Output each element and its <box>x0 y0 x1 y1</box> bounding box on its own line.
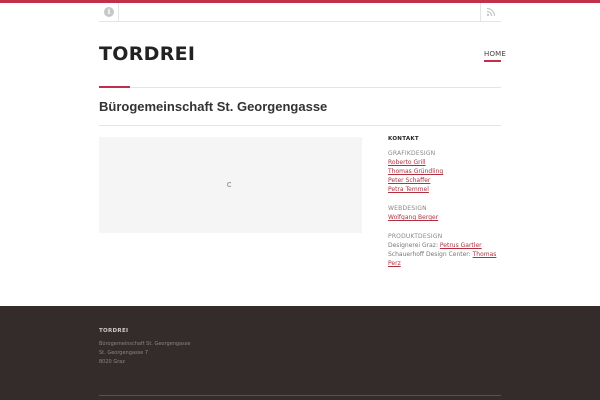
header-accent-bar <box>99 86 130 88</box>
map-embed[interactable] <box>99 137 362 233</box>
contact-line: Perz <box>388 259 501 268</box>
group-title: GRAFIKDESIGN <box>388 150 436 157</box>
group-title: PRODUKTDESIGN <box>388 233 443 240</box>
contact-link[interactable]: Thomas <box>473 251 497 258</box>
contact-link[interactable]: Roberto Grill <box>388 158 501 167</box>
page-title: Bürogemeinschaft St. Georgengasse <box>99 99 328 114</box>
contact-group-grafikdesign: GRAFIKDESIGN Roberto Grill Thomas Gründl… <box>388 149 501 194</box>
contact-link[interactable]: Thomas Gründling <box>388 167 501 176</box>
site-title[interactable]: TORDREI <box>99 43 195 65</box>
top-bar-divider <box>480 3 481 21</box>
footer-address-line: Bürogemeinschaft St. Georgengasse <box>99 341 191 347</box>
info-icon[interactable]: i <box>104 7 114 17</box>
nav-active-indicator <box>484 60 501 62</box>
top-bar: i <box>99 3 501 22</box>
contact-link[interactable]: Wolfgang Berger <box>388 213 501 222</box>
contact-label: Designerei Graz: <box>388 242 440 249</box>
top-bar-divider <box>118 3 119 21</box>
footer-address-line: St. Georgengasse 7 <box>99 350 149 356</box>
contact-link[interactable]: Peter Schaffer <box>388 176 501 185</box>
footer-address-line: 8020 Graz <box>99 359 125 365</box>
contact-link[interactable]: Perz <box>388 260 401 267</box>
contact-group-produktdesign: PRODUKTDESIGN Designerei Graz: Petrus Ga… <box>388 232 501 268</box>
footer-divider <box>99 395 501 396</box>
widget-title: KONTAKT <box>388 136 419 142</box>
nav-item-home[interactable]: HOME <box>484 50 506 58</box>
sidebar-contact: KONTAKT GRAFIKDESIGN Roberto Grill Thoma… <box>388 136 501 278</box>
site-footer: TORDREI Bürogemeinschaft St. Georgengass… <box>0 306 600 400</box>
contact-line: Schauerhoff Design Center: Thomas <box>388 250 501 259</box>
footer-title: TORDREI <box>99 328 129 334</box>
rss-icon[interactable] <box>486 7 496 17</box>
contact-line: Designerei Graz: Petrus Gartler <box>388 241 501 250</box>
contact-link[interactable]: Petrus Gartler <box>440 242 482 249</box>
title-divider <box>99 125 501 126</box>
group-title: WEBDESIGN <box>388 205 427 212</box>
contact-label: Schauerhoff Design Center: <box>388 251 473 258</box>
spinner-icon <box>227 182 232 187</box>
contact-group-webdesign: WEBDESIGN Wolfgang Berger <box>388 204 501 222</box>
contact-link[interactable]: Petra Temmel <box>388 185 501 194</box>
footer-address: Bürogemeinschaft St. Georgengasse St. Ge… <box>99 340 190 367</box>
header-divider <box>130 87 501 88</box>
